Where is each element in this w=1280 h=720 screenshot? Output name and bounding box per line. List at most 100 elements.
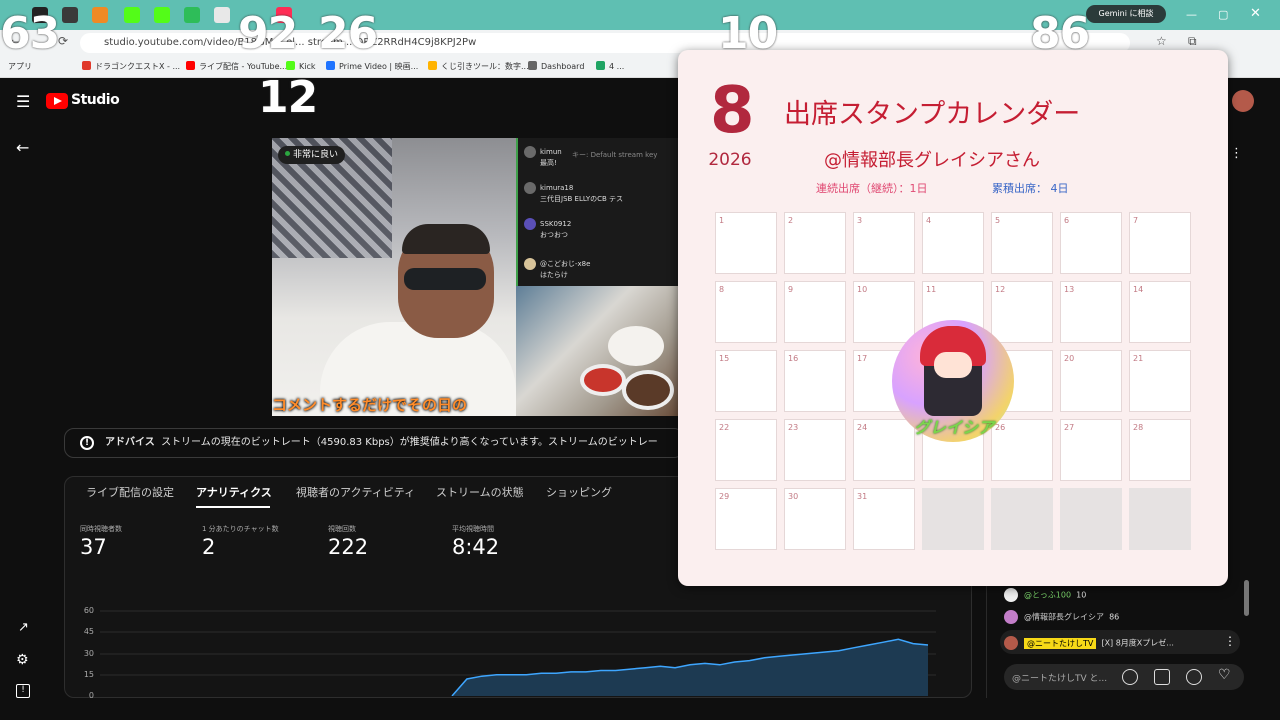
calendar-day-number: 2 bbox=[788, 216, 794, 225]
more-vert-icon[interactable]: ⋮ bbox=[1224, 634, 1236, 648]
calendar-day-number: 17 bbox=[857, 354, 868, 363]
calendar-day-number: 16 bbox=[788, 354, 799, 363]
calendar-day: 16 bbox=[784, 350, 846, 412]
calendar-day: 4 bbox=[922, 212, 984, 274]
calendar-day-number: 21 bbox=[1133, 354, 1144, 363]
menu-icon[interactable]: ☰ bbox=[16, 92, 30, 111]
calendar-day: 6 bbox=[1060, 212, 1122, 274]
kick-tab-icon[interactable] bbox=[124, 7, 140, 23]
maximize-icon[interactable]: ▢ bbox=[1218, 8, 1228, 21]
open-external-icon[interactable]: ↗ bbox=[18, 620, 29, 635]
tab-icon[interactable] bbox=[62, 7, 78, 23]
dish bbox=[580, 364, 626, 396]
stream-key-hint: キー: Default stream key bbox=[572, 151, 658, 159]
calendar-empty-cell bbox=[1060, 488, 1122, 550]
tab-live-settings[interactable]: ライブ配信の設定 bbox=[86, 484, 174, 500]
bookmark[interactable]: Kick bbox=[286, 61, 316, 71]
chat-text: 10 bbox=[1076, 590, 1087, 600]
sunglasses bbox=[404, 268, 486, 290]
calendar-day: 28 bbox=[1129, 419, 1191, 481]
back-arrow-icon[interactable]: ← bbox=[16, 138, 29, 157]
advice-text: ストリームの現在のビットレート（4590.83 Kbps）が推奨値より高くなって… bbox=[161, 437, 658, 448]
bookmark[interactable]: ライブ配信 - YouTube... bbox=[186, 61, 287, 72]
bookmark[interactable]: Prime Video | 映画... bbox=[326, 61, 418, 72]
streamer-hair bbox=[402, 224, 490, 254]
calendar-day: 10 bbox=[853, 281, 915, 343]
calendar-day: 27 bbox=[1060, 419, 1122, 481]
calendar-day: 31 bbox=[853, 488, 915, 550]
emoji-icon[interactable] bbox=[1122, 669, 1138, 685]
food-camera bbox=[516, 286, 678, 416]
calendar-day: 15 bbox=[715, 350, 777, 412]
bookmark-icon bbox=[82, 61, 91, 70]
tab-icon[interactable] bbox=[92, 7, 108, 23]
overlay-chat-item: kimura18 三代目JSB ELLYのCB テス bbox=[524, 182, 674, 204]
y-tick-label: 0 bbox=[88, 691, 94, 700]
avatar bbox=[1004, 610, 1018, 624]
calendar-day-number: 14 bbox=[1133, 285, 1144, 294]
tab-shopping[interactable]: ショッピング bbox=[546, 484, 612, 500]
more-vert-icon[interactable]: ⋮ bbox=[1230, 146, 1243, 161]
kick-tab-icon[interactable] bbox=[154, 7, 170, 23]
avatar bbox=[524, 258, 536, 270]
stat-value-chat-rate: 2 bbox=[202, 535, 216, 559]
bookmark[interactable]: 4 ... bbox=[596, 61, 624, 71]
extension-icon[interactable]: ⧉ bbox=[1188, 34, 1197, 49]
bookmark[interactable]: ドラゴンクエストX - ... bbox=[82, 61, 180, 72]
calendar-day-number: 10 bbox=[857, 285, 868, 294]
chat-text: はたらけ bbox=[540, 271, 568, 279]
active-tab-indicator bbox=[196, 506, 270, 508]
bookmark-icon bbox=[428, 61, 437, 70]
reload-icon[interactable]: ⟳ bbox=[58, 34, 68, 48]
heart-icon[interactable]: ♡ bbox=[1218, 667, 1231, 683]
tab-analytics[interactable]: アナリティクス bbox=[196, 484, 272, 500]
gemini-button[interactable]: Gemini に相談 bbox=[1086, 5, 1166, 23]
viewer-chart bbox=[100, 610, 936, 696]
calendar-day-number: 27 bbox=[1064, 423, 1075, 432]
chat-name: SSK0912 bbox=[540, 220, 572, 228]
bookmark-icon bbox=[528, 61, 537, 70]
overlay-number: 10 bbox=[718, 8, 778, 59]
calendar-empty-cell bbox=[922, 488, 984, 550]
calendar-day-number: 7 bbox=[1133, 216, 1139, 225]
overlay-number: 92 bbox=[238, 8, 298, 59]
stream-health-badge: 非常に良い bbox=[278, 146, 346, 164]
avatar bbox=[524, 218, 536, 230]
calendar-day-number: 24 bbox=[857, 423, 868, 432]
overlay-number: 63 bbox=[0, 8, 60, 59]
chat-name: kimun bbox=[540, 148, 562, 156]
avatar[interactable] bbox=[1232, 90, 1254, 112]
tab-icon[interactable] bbox=[184, 7, 200, 23]
calendar-day: 7 bbox=[1129, 212, 1191, 274]
tab-viewer-activity[interactable]: 視聴者のアクティビティ bbox=[296, 484, 415, 500]
calendar-day: 2 bbox=[784, 212, 846, 274]
advice-title: アドバイス bbox=[105, 437, 155, 448]
calendar-day-number: 15 bbox=[719, 354, 730, 363]
star-icon[interactable]: ☆ bbox=[1156, 34, 1167, 48]
tab-stream-health[interactable]: ストリームの状態 bbox=[436, 484, 524, 500]
calendar-day-number: 8 bbox=[719, 285, 725, 294]
bookmark[interactable]: くじ引きツール：数字... bbox=[428, 61, 529, 72]
calendar-day: 3 bbox=[853, 212, 915, 274]
chat-name: kimura18 bbox=[540, 184, 574, 192]
calendar-user: @情報部長グレイシアさん bbox=[824, 150, 1040, 171]
chat-message: @ニートたけしTV [X] 8月度Xプレゼ... bbox=[1004, 636, 1174, 650]
textbox-icon[interactable] bbox=[1154, 669, 1170, 685]
add-icon[interactable] bbox=[1186, 669, 1202, 685]
calendar-empty-cell bbox=[991, 488, 1053, 550]
feedback-icon[interactable]: ! bbox=[16, 684, 30, 698]
calendar-day: 29 bbox=[715, 488, 777, 550]
minimize-icon[interactable]: — bbox=[1186, 8, 1197, 21]
chat-scrollbar[interactable] bbox=[1244, 580, 1249, 616]
info-icon: ! bbox=[80, 436, 94, 450]
calendar-total: 累積出席： 4日 bbox=[992, 182, 1069, 195]
stamp-label: グレイシア bbox=[913, 418, 994, 437]
bookmark[interactable]: アプリ bbox=[8, 61, 32, 72]
close-icon[interactable]: ✕ bbox=[1250, 6, 1261, 21]
settings-icon[interactable]: ⚙ bbox=[16, 652, 29, 668]
calendar-streak: 連続出席（継続）：1日 bbox=[816, 182, 928, 195]
calendar-day-number: 4 bbox=[926, 216, 932, 225]
bookmark[interactable]: Dashboard bbox=[528, 61, 584, 71]
stream-chat-overlay: kimun 最高! キー: Default stream key kimura18… bbox=[516, 138, 678, 286]
tab-icon[interactable] bbox=[214, 7, 230, 23]
